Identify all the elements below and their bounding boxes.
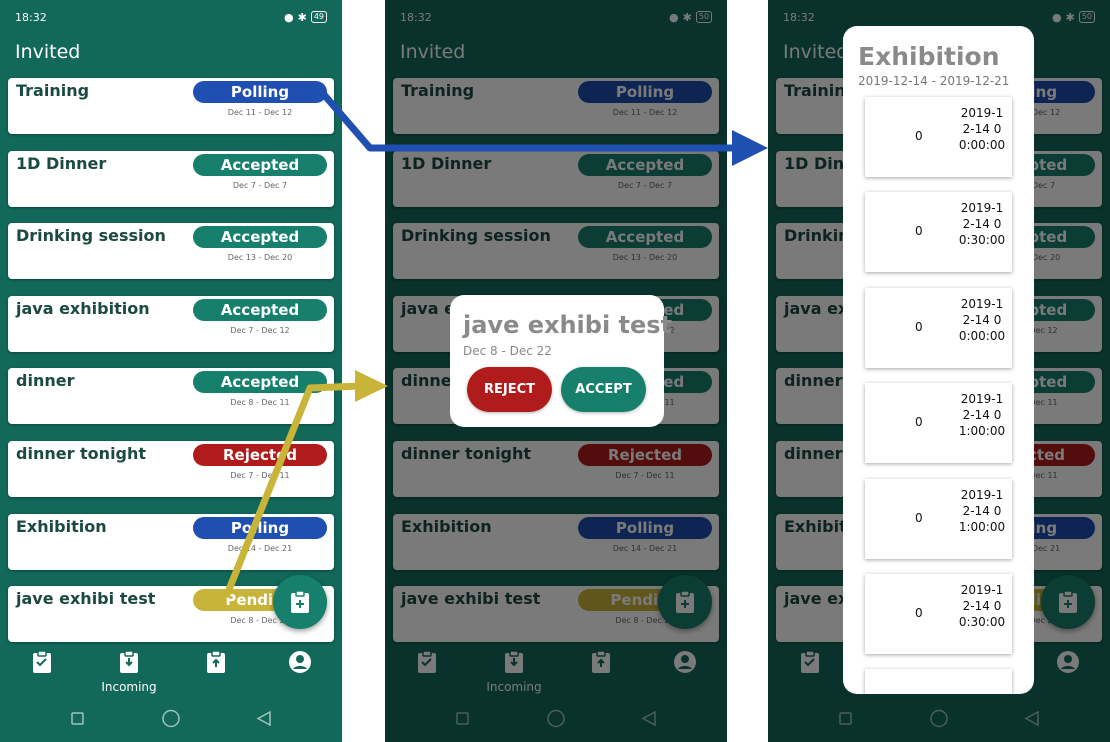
home-icon[interactable] [162,709,180,728]
status-badge: Rejected [193,444,327,466]
event-dates: Dec 8 - Dec 11 [230,398,290,408]
status-badge: Polling [193,81,327,103]
page-title: Invited [15,41,81,63]
event-card[interactable]: dinner tonight Rejected Dec 7 - Dec 11 [8,441,334,497]
account-icon [289,651,311,673]
bluetooth-icon: ✱ [297,10,307,24]
vote-count: 0 [915,319,923,334]
nav-outgoing[interactable] [176,650,256,678]
event-title: dinner [16,371,75,391]
status-bar: 18:32 ● ✱ 49 [15,9,327,25]
event-title: jave exhibi test [16,589,156,609]
status-badge: Polling [193,516,327,539]
slot-time: 2019-12-14 00:30:00 [958,583,1006,629]
nav-incoming-label: Incoming [101,680,157,694]
event-title: java exhibition [16,298,150,318]
recents-icon[interactable] [71,712,84,725]
time-slot-card[interactable] [865,669,1012,694]
poll-dialog: Exhibition 2019-12-14 - 2019-12-21 0 2019… [843,26,1034,694]
accept-button[interactable]: ACCEPT [561,367,646,412]
event-card[interactable]: 1D Dinner Accepted Dec 7 - Dec 7 [8,150,334,207]
event-card[interactable]: dinner Accepted Dec 8 - Dec 11 [8,368,334,425]
vote-count: 0 [915,415,923,430]
event-title: Exhibition [16,516,107,536]
time-slot-card[interactable]: 0 2019-12-14 00:00:00 [865,97,1012,177]
reject-button[interactable]: REJECT [467,367,552,412]
respond-dialog: jave exhibi test Dec 8 - Dec 22 REJECT A… [450,295,672,427]
time-slot-card[interactable]: 0 2019-12-14 00:00:00 [865,287,1012,368]
status-badge: Accepted [193,371,327,394]
slot-time: 2019-12-14 00:00:00 [958,296,1006,343]
nav-accepted[interactable] [2,650,82,678]
dialog-title: jave exhibi test [463,311,673,339]
time-slot-card[interactable]: 0 2019-12-14 01:00:00 [865,478,1012,559]
arrow-gold-head [355,370,388,402]
battery-icon: 49 [310,11,327,23]
event-title: Drinking session [16,226,166,246]
event-dates: Dec 7 - Dec 12 [230,325,290,335]
vote-count: 0 [915,129,923,143]
status-badge: Accepted [193,153,327,176]
event-card[interactable]: Drinking session Accepted Dec 13 - Dec 20 [8,223,334,280]
vote-count: 0 [915,510,923,525]
event-dates: Dec 11 - Dec 12 [227,108,293,117]
slot-time: 2019-12-14 00:30:00 [958,201,1006,248]
status-icons: ● ✱ 49 [284,11,327,24]
time-slot-card[interactable]: 0 2019-12-14 00:30:00 [865,574,1012,654]
back-icon[interactable] [256,710,271,727]
dialog-dates: Dec 8 - Dec 22 [463,344,552,358]
add-event-button[interactable] [273,575,327,629]
event-title: dinner tonight [16,444,147,463]
alarm-icon: ● [283,10,294,24]
arrow-blue-head [732,130,768,166]
slot-time: 2019-12-14 00:00:00 [958,106,1006,152]
dialog-title: Exhibition [858,42,1000,71]
event-card[interactable]: Training Polling Dec 11 - Dec 12 [8,78,334,134]
nav-incoming[interactable]: Incoming [89,650,169,694]
clipboard-add-icon [291,590,309,613]
clipboard-download-icon [120,650,138,673]
status-time: 18:32 [15,10,47,24]
bottom-navigation: Incoming [0,650,342,700]
storyboard: 18:32 ● ✱ 49 Invited Training Polling Dec 11 - … [0,0,1110,742]
event-dates: Dec 14 - Dec 21 [227,543,293,553]
time-slot-card[interactable]: 0 2019-12-14 01:00:00 [865,383,1012,464]
event-dates: Dec 13 - Dec 20 [227,253,293,263]
vote-count: 0 [915,606,923,620]
phone-invited-list: 18:32 ● ✱ 49 Invited Training Polling Dec 11 - … [0,0,342,742]
event-title: 1D Dinner [16,153,107,173]
slot-time: 2019-12-14 01:00:00 [958,392,1006,439]
event-title: Training [16,81,90,100]
time-slot-card[interactable]: 0 2019-12-14 00:30:00 [865,192,1012,273]
status-badge: Accepted [193,226,327,249]
dialog-dates: 2019-12-14 - 2019-12-21 [858,74,1010,88]
clipboard-check-icon [33,650,51,673]
status-badge: Accepted [193,298,327,321]
event-dates: Dec 7 - Dec 11 [230,471,290,480]
vote-count: 0 [915,224,923,239]
system-navigation [0,708,342,730]
nav-profile[interactable] [260,650,340,678]
slot-time: 2019-12-14 01:00:00 [958,487,1006,534]
event-dates: Dec 7 - Dec 7 [232,180,288,190]
event-card[interactable]: java exhibition Accepted Dec 7 - Dec 12 [8,295,334,352]
clipboard-upload-icon [207,650,225,673]
event-card[interactable]: Exhibition Polling Dec 14 - Dec 21 [8,513,334,570]
